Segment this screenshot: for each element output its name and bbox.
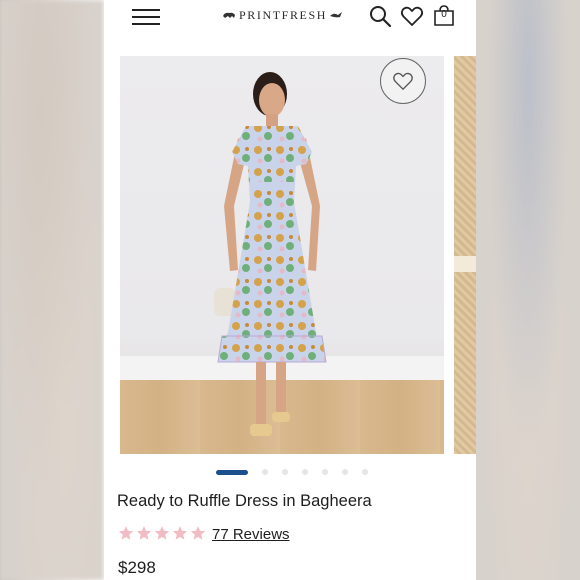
bag-button[interactable]: 0 (432, 4, 456, 28)
product-price: $298 (118, 558, 156, 577)
star-icon (118, 526, 134, 540)
star-icon (154, 526, 170, 540)
wishlist-heart-icon[interactable] (400, 4, 424, 28)
menu-icon[interactable] (132, 4, 160, 26)
site-header: PRINTFRESH 0 (104, 0, 476, 40)
tail-logo-icon (330, 12, 343, 18)
next-product-image[interactable] (454, 56, 476, 454)
model-wearing-dress (214, 72, 327, 436)
carousel-dot[interactable] (262, 469, 268, 475)
add-to-wishlist-button[interactable] (380, 58, 426, 104)
bag-count: 0 (441, 9, 447, 20)
product-image[interactable] (120, 56, 444, 454)
tiger-logo-icon (223, 12, 235, 18)
product-title: Ready to Ruffle Dress in Bagheera (117, 492, 372, 510)
brand-logo[interactable]: PRINTFRESH (222, 6, 343, 24)
star-icon (136, 526, 152, 540)
carousel-dot[interactable] (362, 469, 368, 475)
carousel-dot[interactable] (282, 469, 288, 475)
carousel-dot[interactable] (302, 469, 308, 475)
star-icon (190, 526, 206, 540)
carousel-dot-active[interactable] (216, 469, 248, 475)
star-rating (118, 525, 206, 541)
search-icon[interactable] (368, 4, 392, 28)
reviews-link[interactable]: 77 Reviews (212, 526, 290, 543)
background-left (0, 0, 104, 580)
heart-icon (393, 72, 413, 91)
carousel-dot[interactable] (322, 469, 328, 475)
carousel-dot[interactable] (342, 469, 348, 475)
product-photo (120, 56, 444, 454)
brand-name: PRINTFRESH (239, 7, 328, 22)
star-icon (172, 526, 188, 540)
background-right (476, 0, 580, 580)
carousel-pagination (216, 468, 386, 476)
mobile-page: PRINTFRESH 0 Ready to Ruffle Dress in Ba… (104, 0, 476, 580)
